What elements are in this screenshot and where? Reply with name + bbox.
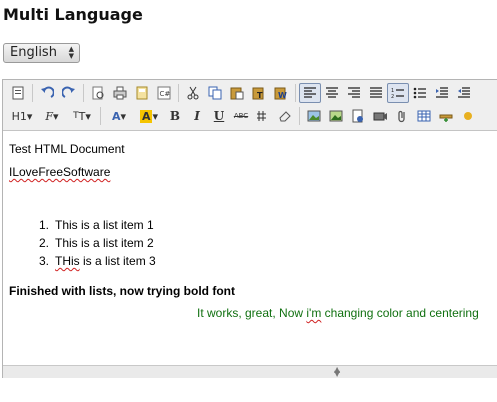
resize-grip-icon[interactable]: ▲ ▼ <box>334 366 340 378</box>
content-title: Test HTML Document <box>9 142 125 156</box>
copy-icon[interactable] <box>204 83 226 103</box>
list-item-text: This is a list item 2 <box>55 236 154 250</box>
heading-dropdown[interactable]: H1 ▾ <box>7 106 37 126</box>
green-text-prefix: It works, great, Now <box>197 306 307 320</box>
bold-paragraph: Finished with lists, now trying bold fon… <box>9 284 235 298</box>
strikethrough-button[interactable]: ABC <box>230 106 252 126</box>
highlight-color-dropdown[interactable]: A ▾ <box>134 106 164 126</box>
editor-toolbar: C# T W 12 H1 ▾ F ▾ T T ▾ A ▾ A ▾ B I U A… <box>3 80 497 131</box>
rich-text-editor: C# T W 12 H1 ▾ F ▾ T T ▾ A ▾ A ▾ B I U A… <box>2 79 497 378</box>
toolbar-separator <box>299 107 300 125</box>
list-item-number: 3. <box>38 254 49 268</box>
insert-table-icon[interactable] <box>413 106 435 126</box>
insert-image-icon[interactable] <box>303 106 325 126</box>
language-select-value: English <box>10 45 57 60</box>
insert-media-icon[interactable] <box>369 106 391 126</box>
redo-icon[interactable] <box>58 83 80 103</box>
list-item: 2. This is a list item 2 <box>29 236 154 250</box>
cut-icon[interactable] <box>182 83 204 103</box>
template-icon[interactable] <box>131 83 153 103</box>
svg-text:2: 2 <box>391 94 394 99</box>
list-item-text: is a list item 3 <box>79 254 156 268</box>
list-item-text: This is a list item 1 <box>55 218 154 232</box>
ordered-list-icon[interactable]: 12 <box>387 83 409 103</box>
toolbar-separator <box>295 84 296 102</box>
toolbar-row-2: H1 ▾ F ▾ T T ▾ A ▾ A ▾ B I U ABC <box>7 105 479 127</box>
source-icon[interactable] <box>7 83 29 103</box>
page-title: Multi Language <box>3 5 143 24</box>
more-icon[interactable] <box>457 106 479 126</box>
align-justify-icon[interactable] <box>365 83 387 103</box>
attachment-icon[interactable] <box>391 106 413 126</box>
content-misspelled-word: ILoveFreeSoftware <box>9 165 111 179</box>
preview-icon[interactable] <box>87 83 109 103</box>
svg-text:W: W <box>278 91 287 100</box>
font-size-dropdown-label: T <box>78 109 86 123</box>
select-arrows-icon: ▲ ▼ <box>68 45 74 60</box>
indent-icon[interactable] <box>431 83 453 103</box>
font-family-dropdown-label: F <box>45 109 54 123</box>
underline-button[interactable]: U <box>208 106 230 126</box>
paste-text-icon[interactable]: T <box>248 83 270 103</box>
italic-button[interactable]: I <box>186 106 208 126</box>
toolbar-separator <box>178 84 179 102</box>
undo-icon[interactable] <box>36 83 58 103</box>
list-item-number: 2. <box>38 236 49 250</box>
outdent-icon[interactable] <box>453 83 475 103</box>
insert-gallery-icon[interactable] <box>325 106 347 126</box>
svg-text:C#: C# <box>160 90 171 98</box>
toolbar-separator <box>83 84 84 102</box>
list-item: 1. This is a list item 1 <box>29 218 154 232</box>
unordered-list-icon[interactable] <box>409 83 431 103</box>
list-item-misspelled-word: THis <box>55 254 80 268</box>
green-misspelled-word: i'm <box>306 306 322 320</box>
bold-button[interactable]: B <box>164 106 186 126</box>
special-char-icon[interactable] <box>252 106 274 126</box>
align-left-icon[interactable] <box>299 83 321 103</box>
editor-statusbar: ▲ ▼ <box>3 365 497 378</box>
font-size-dropdown[interactable]: T T ▾ <box>67 106 97 126</box>
align-right-icon[interactable] <box>343 83 365 103</box>
toolbar-row-1: C# T W 12 <box>7 82 475 104</box>
print-icon[interactable] <box>109 83 131 103</box>
paste-icon[interactable] <box>226 83 248 103</box>
font-family-dropdown[interactable]: F ▾ <box>37 106 67 126</box>
green-centered-paragraph: It works, great, Now i'm changing color … <box>197 306 479 320</box>
insert-row-icon[interactable] <box>435 106 457 126</box>
insert-document-icon[interactable] <box>347 106 369 126</box>
align-center-icon[interactable] <box>321 83 343 103</box>
toolbar-separator <box>100 107 101 125</box>
text-color-dropdown[interactable]: A ▾ <box>104 106 134 126</box>
toolbar-separator <box>32 84 33 102</box>
eraser-icon[interactable] <box>274 106 296 126</box>
language-select[interactable]: English ▲ ▼ <box>3 43 80 63</box>
svg-text:T: T <box>257 91 263 100</box>
paste-word-icon[interactable]: W <box>270 83 292 103</box>
list-item-number: 1. <box>38 218 49 232</box>
heading-dropdown-label: H1 <box>11 109 27 123</box>
code-icon[interactable]: C# <box>153 83 175 103</box>
list-item: 3. THis is a list item 3 <box>29 254 156 268</box>
green-text-suffix: changing color and centering <box>321 306 479 320</box>
